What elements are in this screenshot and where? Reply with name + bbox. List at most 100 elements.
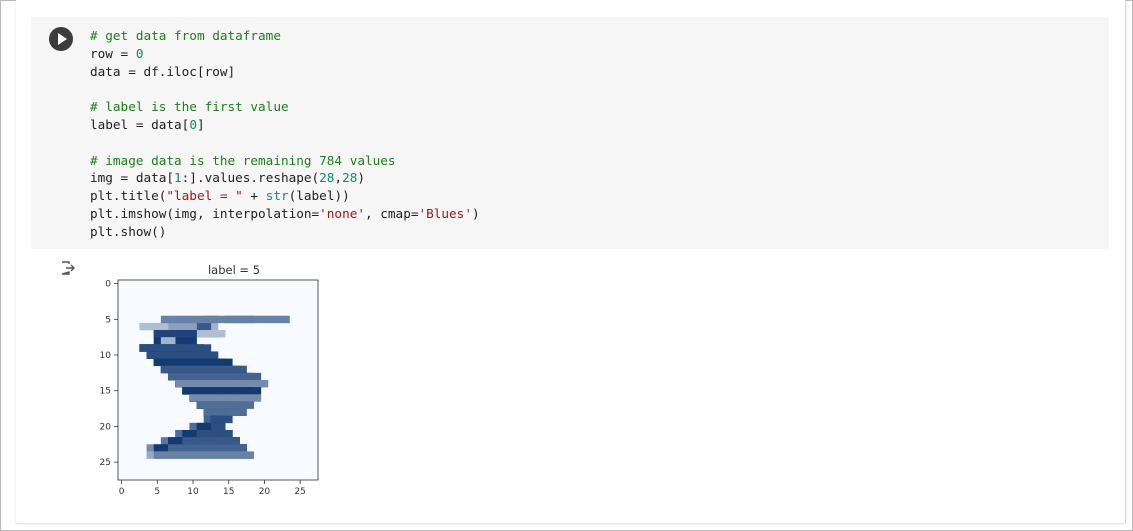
- image-pixel: [260, 315, 269, 324]
- y-tick-label: 0: [105, 280, 111, 290]
- image-pixel: [160, 322, 169, 331]
- image-pixel: [218, 408, 226, 417]
- image-pixel: [196, 351, 205, 359]
- image-pixel: [189, 394, 197, 402]
- image-pixel: [182, 358, 190, 367]
- image-pixel: [239, 387, 247, 395]
- image-pixel: [182, 337, 190, 345]
- image-pixel: [139, 344, 147, 352]
- image-pixel: [139, 322, 147, 331]
- image-pixel: [210, 430, 219, 438]
- image-pixel: [210, 444, 219, 452]
- image-pixel: [175, 372, 183, 381]
- image-pixel: [232, 372, 240, 381]
- image-pixel: [189, 358, 197, 367]
- image-pixel: [203, 430, 212, 438]
- image-pixel: [225, 437, 233, 445]
- image-pixel: [175, 365, 183, 374]
- plot-title: label = 5: [208, 263, 260, 277]
- image-pixel: [246, 401, 255, 409]
- image-pixel: [225, 358, 233, 367]
- image-pixel: [218, 380, 226, 388]
- image-pixel: [225, 415, 233, 424]
- image-pixel: [168, 351, 176, 359]
- image-pixel: [182, 344, 190, 352]
- image-pixel: [246, 372, 255, 381]
- image-pixel: [218, 372, 226, 381]
- image-pixel: [239, 451, 247, 459]
- image-pixel: [189, 437, 197, 445]
- image-pixel: [196, 444, 205, 452]
- image-pixel: [182, 430, 190, 438]
- image-pixel: [210, 365, 219, 374]
- image-pixel: [203, 315, 212, 324]
- image-pixel: [210, 315, 219, 324]
- code-text[interactable]: # get data from dataframe row = 0 data = d…: [90, 27, 480, 241]
- image-pixel: [160, 358, 169, 367]
- image-pixel: [168, 451, 176, 459]
- image-pixel: [253, 394, 262, 402]
- image-pixel: [182, 437, 190, 445]
- image-pixel: [196, 422, 205, 431]
- image-pixel: [203, 322, 212, 331]
- image-pixel: [239, 372, 247, 381]
- code-token: 1: [174, 170, 182, 186]
- x-tick-label: 0: [119, 487, 125, 497]
- image-pixel: [210, 372, 219, 381]
- image-pixel: [232, 394, 240, 402]
- image-pixel: [218, 444, 226, 452]
- image-pixel: [182, 387, 190, 395]
- image-pixel: [203, 444, 212, 452]
- image-pixel: [175, 358, 183, 367]
- image-pixel: [153, 444, 162, 452]
- image-pixel: [218, 387, 226, 395]
- run-cell-button[interactable]: [49, 27, 73, 51]
- image-pixel: [160, 451, 169, 459]
- code-token: ,: [334, 170, 343, 186]
- image-pixel: [182, 315, 190, 324]
- image-pixel: [196, 380, 205, 388]
- image-pixel: [175, 451, 183, 459]
- image-pixel: [225, 365, 233, 374]
- image-pixel: [160, 330, 169, 338]
- image-pixel: [225, 394, 233, 402]
- image-pixel: [232, 437, 240, 445]
- image-pixel: [196, 315, 205, 324]
- code-token: data = df.iloc[row]: [90, 63, 236, 79]
- code-line: label = data[0]: [90, 116, 480, 134]
- code-token: 28: [342, 170, 358, 186]
- x-tick-label: 25: [294, 487, 305, 497]
- image-pixel: [246, 387, 255, 395]
- code-token: :].values.reshape(: [181, 170, 320, 186]
- image-pixel: [175, 351, 183, 359]
- code-token: ): [357, 170, 366, 186]
- code-token: # label is the first value: [90, 99, 289, 115]
- code-token: , cmap=: [365, 205, 419, 221]
- image-pixel: [203, 437, 212, 445]
- image-pixel: [189, 422, 197, 431]
- image-pixel: [175, 315, 183, 324]
- image-pixel: [232, 401, 240, 409]
- image-pixel: [210, 451, 219, 459]
- image-pixel: [225, 430, 233, 438]
- image-pixel: [196, 322, 205, 331]
- image-pixel: [189, 344, 197, 352]
- image-pixel: [232, 380, 240, 388]
- image-pixel: [168, 358, 176, 367]
- image-pixel: [210, 351, 219, 359]
- image-pixel: [196, 394, 205, 402]
- code-token: # get data from dataframe: [90, 28, 281, 43]
- image-pixel: [160, 315, 169, 324]
- code-token: 'Blues': [418, 205, 472, 221]
- image-pixel: [168, 322, 176, 331]
- x-tick-label: 20: [259, 487, 271, 497]
- image-pixel: [225, 408, 233, 417]
- image-pixel: [168, 437, 176, 445]
- output-arrow-icon[interactable]: [60, 260, 76, 276]
- code-token: # image data is the remaining 784 values: [90, 152, 396, 168]
- image-pixel: [225, 380, 233, 388]
- image-pixel: [203, 358, 212, 367]
- image-pixel: [232, 387, 240, 395]
- image-pixel: [189, 380, 197, 388]
- code-line: row = 0: [90, 45, 480, 63]
